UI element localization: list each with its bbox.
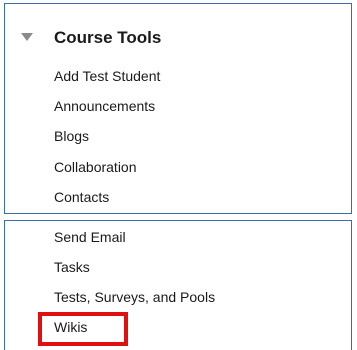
triangle-down-icon[interactable]	[21, 33, 33, 41]
menu-item-add-test-student[interactable]: Add Test Student	[54, 68, 160, 84]
course-tools-header[interactable]: Course Tools	[5, 24, 351, 50]
menu-item-wikis[interactable]: Wikis	[54, 319, 87, 335]
menu-item-send-email[interactable]: Send Email	[54, 229, 126, 245]
menu-item-announcements[interactable]: Announcements	[54, 98, 155, 114]
menu-item-blogs[interactable]: Blogs	[54, 128, 89, 144]
menu-item-collaboration[interactable]: Collaboration	[54, 159, 137, 175]
menu-item-contacts[interactable]: Contacts	[54, 189, 109, 205]
course-tools-title[interactable]: Course Tools	[54, 28, 161, 48]
course-tools-panel: Course Tools Add Test Student Announceme…	[4, 3, 352, 214]
menu-item-tests-surveys-pools[interactable]: Tests, Surveys, and Pools	[54, 289, 215, 305]
menu-item-tasks[interactable]: Tasks	[54, 259, 90, 275]
course-tools-panel-continued: Send Email Tasks Tests, Surveys, and Poo…	[4, 220, 352, 350]
